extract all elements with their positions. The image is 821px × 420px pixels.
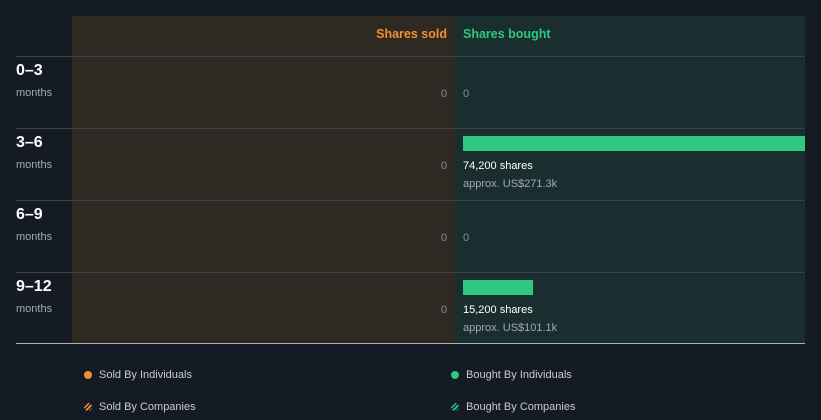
shares-bought-header: Shares bought	[463, 27, 551, 41]
period-range: 9–12	[16, 278, 52, 295]
insider-trading-chart	[16, 16, 805, 344]
bought-shares-label-3-6: 74,200 shares	[463, 160, 533, 172]
shares-sold-header: Shares sold	[376, 27, 447, 41]
orange-hatched-dot-icon	[84, 403, 92, 411]
period-label-3-6: 3–6 months	[16, 134, 52, 172]
orange-dot-icon	[84, 371, 92, 379]
period-unit: months	[16, 303, 53, 315]
bought-bar	[463, 136, 805, 151]
period-range: 0–3	[16, 62, 43, 79]
bought-approx-value-9-12: approx. US$101.1k	[463, 322, 558, 334]
sold-value-3-6: 0	[440, 160, 447, 172]
green-hatched-dot-icon	[451, 403, 459, 411]
bought-bar	[463, 280, 534, 295]
period-label-0-3: 0–3 months	[16, 62, 52, 100]
period-label-9-12: 9–12 months	[16, 278, 52, 316]
period-range: 3–6	[16, 134, 43, 151]
period-label-6-9: 6–9 months	[16, 206, 52, 244]
legend-label: Sold By Companies	[99, 401, 196, 413]
legend-label: Bought By Companies	[466, 401, 576, 413]
bought-approx-value-3-6: approx. US$271.3k	[463, 178, 558, 190]
period-range: 6–9	[16, 206, 43, 223]
legend-label: Sold By Individuals	[99, 369, 192, 381]
period-unit: months	[16, 231, 53, 243]
period-unit: months	[16, 159, 53, 171]
legend-label: Bought By Individuals	[466, 369, 572, 381]
green-dot-icon	[451, 371, 459, 379]
shares-sold-panel	[72, 16, 455, 343]
legend-bought-by-individuals: Bought By Individuals	[451, 368, 572, 382]
sold-value-0-3: 0	[440, 88, 447, 100]
sold-value-9-12: 0	[440, 304, 447, 316]
bought-value-6-9: 0	[463, 232, 470, 244]
bought-shares-label-9-12: 15,200 shares	[463, 304, 533, 316]
bought-value-0-3: 0	[463, 88, 470, 100]
period-unit: months	[16, 87, 53, 99]
legend-sold-by-companies: Sold By Companies	[84, 400, 196, 414]
legend-bought-by-companies: Bought By Companies	[451, 400, 575, 414]
sold-value-6-9: 0	[440, 232, 447, 244]
legend-sold-by-individuals: Sold By Individuals	[84, 368, 192, 382]
